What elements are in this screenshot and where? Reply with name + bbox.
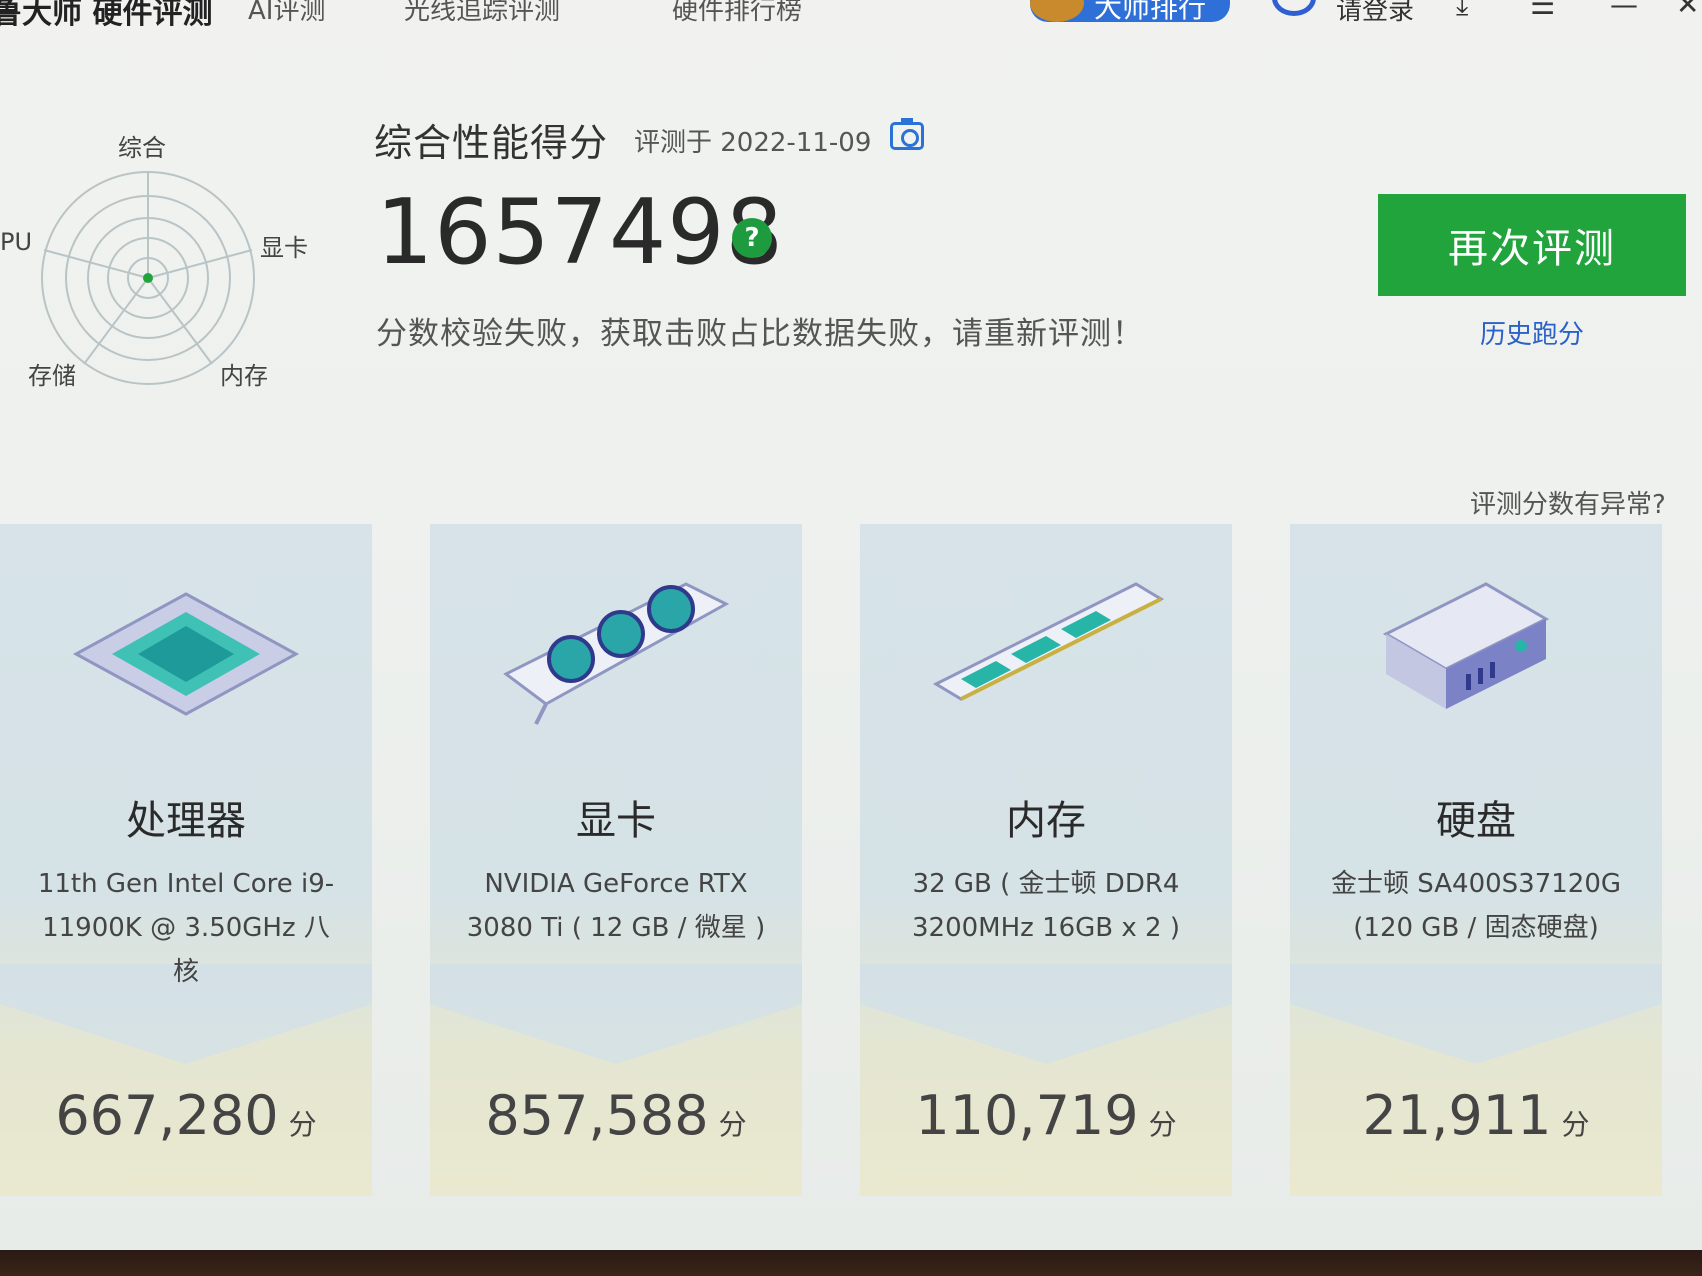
nav-raytracing[interactable]: 光线追踪评测: [404, 0, 560, 27]
radar-label-gpu: 显卡: [260, 234, 308, 262]
cpu-card[interactable]: 处理器 11th Gen Intel Core i9-11900K @ 3.50…: [0, 524, 372, 1196]
card-chevron: [860, 964, 1232, 1064]
card-score: 667,280 分: [0, 1084, 372, 1147]
login-link[interactable]: 请登录: [1336, 0, 1414, 27]
radar-label-overall: 综合: [118, 134, 166, 162]
card-chevron: [1290, 964, 1662, 1064]
history-score-link[interactable]: 历史跑分: [1480, 314, 1584, 351]
card-score-unit: 分: [718, 1108, 747, 1141]
card-score: 110,719 分: [860, 1084, 1232, 1147]
card-score-unit: 分: [1148, 1108, 1177, 1141]
menu-icon[interactable]: ☰: [1530, 0, 1555, 21]
minimize-icon[interactable]: —: [1610, 0, 1638, 21]
ram-icon: [932, 582, 1165, 701]
score-title: 综合性能得分: [374, 121, 609, 165]
card-score-value: 21,911: [1362, 1084, 1552, 1147]
total-score: 1657498: [376, 180, 784, 285]
card-score-value: 110,719: [915, 1084, 1139, 1147]
monitor-bezel: [0, 1250, 1702, 1276]
card-score-value: 667,280: [55, 1084, 279, 1147]
card-score-unit: 分: [1561, 1108, 1590, 1141]
card-score: 857,588 分: [430, 1084, 802, 1147]
close-icon[interactable]: ✕: [1676, 0, 1699, 21]
score-date: 评测于 2022-11-09: [634, 128, 872, 158]
gpu-icon: [503, 582, 730, 725]
card-name: 处理器: [126, 798, 246, 844]
performance-radar: 综合 PU 显卡 存储 内存: [0, 120, 330, 400]
radar-label-storage: 存储: [28, 362, 76, 390]
card-model: 金士顿 SA400S37120G (120 GB / 固态硬盘): [1330, 869, 1622, 943]
score-error-message: 分数校验失败，获取击败占比数据失败，请重新评测！: [376, 316, 1144, 352]
card-score-value: 857,588: [485, 1084, 709, 1147]
download-icon[interactable]: ⤓: [1456, 0, 1468, 22]
radar-label-cpu: PU: [0, 228, 33, 256]
memory-card[interactable]: 内存 32 GB ( 金士顿 DDR4 3200MHz 16GB x 2 ) 1…: [860, 524, 1232, 1196]
nav-ai[interactable]: AI评测: [248, 0, 325, 27]
gpu-card[interactable]: 显卡 NVIDIA GeForce RTX 3080 Ti ( 12 GB / …: [430, 524, 802, 1196]
nav-hardware-rank[interactable]: 硬件排行榜: [672, 0, 802, 27]
card-score: 21,911 分: [1290, 1084, 1662, 1147]
camera-icon[interactable]: [890, 118, 924, 150]
disk-card[interactable]: 硬盘 金士顿 SA400S37120G (120 GB / 固态硬盘) 21,9…: [1290, 524, 1662, 1196]
user-avatar-icon[interactable]: [1272, 0, 1316, 16]
retest-button[interactable]: 再次评测: [1378, 194, 1686, 296]
radar-point: [143, 273, 153, 283]
app-brand: 鲁大师 硬件评测: [0, 0, 213, 31]
abnormal-score-link[interactable]: 评测分数有异常?: [1470, 484, 1666, 521]
disk-icon: [1382, 582, 1550, 709]
cpu-icon: [72, 592, 300, 716]
help-icon[interactable]: ?: [732, 218, 772, 258]
card-model: 32 GB ( 金士顿 DDR4 3200MHz 16GB x 2 ): [912, 869, 1180, 943]
card-name: 内存: [1006, 798, 1086, 844]
card-chevron: [430, 964, 802, 1064]
app-window: 鲁大师 硬件评测 AI评测 光线追踪评测 硬件排行榜 大师排行 请登录 ⤓ ☰ …: [0, 0, 1702, 1250]
card-name: 硬盘: [1436, 798, 1516, 844]
radar-label-memory: 内存: [220, 362, 268, 390]
card-model: 11th Gen Intel Core i9-11900K @ 3.50GHz …: [37, 869, 335, 987]
card-name: 显卡: [576, 798, 656, 844]
top-bar: 鲁大师 硬件评测 AI评测 光线追踪评测 硬件排行榜 大师排行 请登录 ⤓ ☰ …: [0, 0, 1702, 31]
card-model: NVIDIA GeForce RTX 3080 Ti ( 12 GB / 微星 …: [466, 869, 766, 943]
card-score-unit: 分: [288, 1108, 317, 1141]
